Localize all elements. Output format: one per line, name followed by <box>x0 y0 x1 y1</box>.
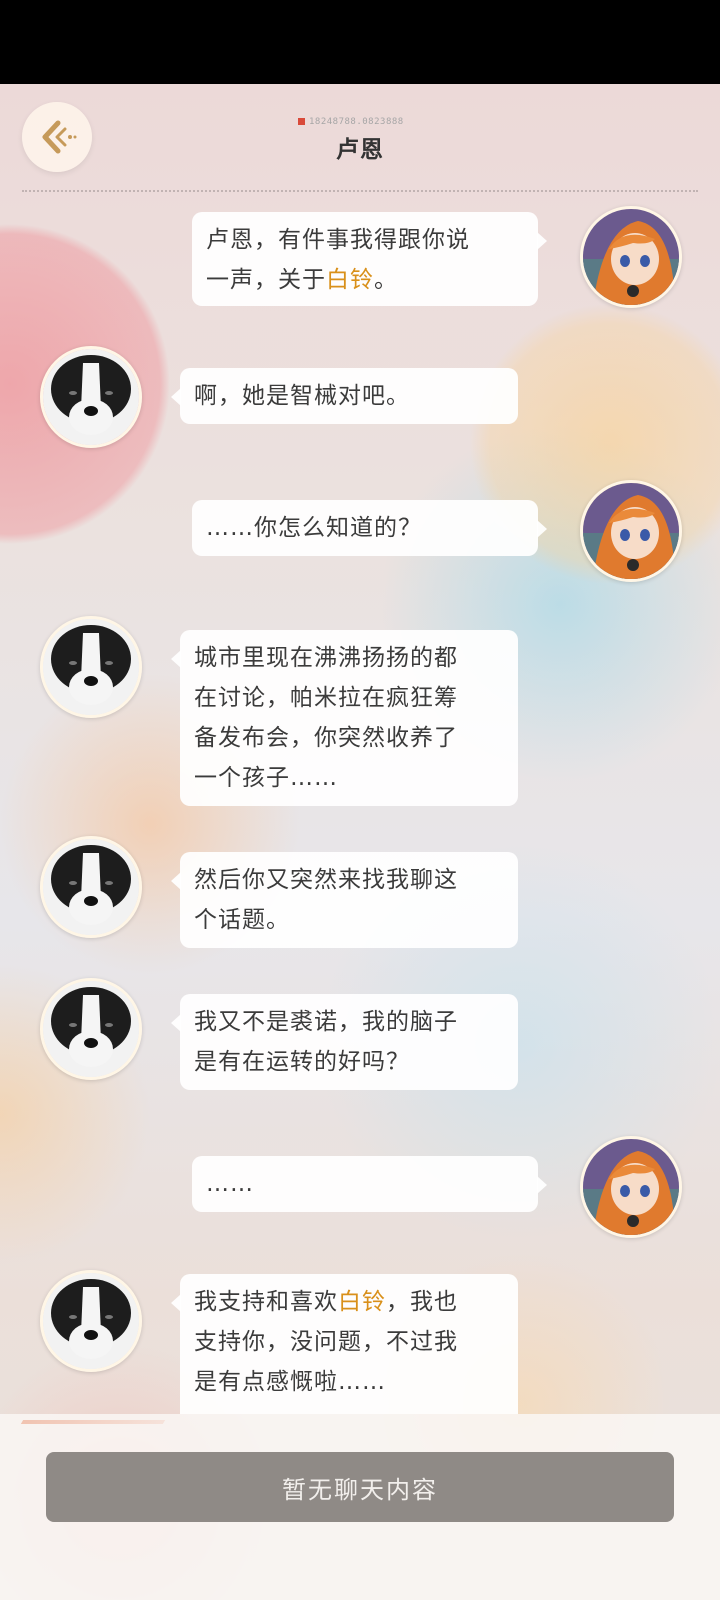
message-6-line-2: 是有在运转的好吗？ <box>194 1049 410 1075</box>
message-8-line-3: 是有点感慨啦…… <box>194 1369 386 1395</box>
message-1-line-2: 一声，关于白铃。 <box>206 267 398 293</box>
red-mark-icon <box>298 118 305 125</box>
message-bubble-8: 我支持和喜欢白铃，我也 支持你，没问题，不过我 是有点感慨啦…… <box>171 1274 518 1414</box>
girl-avatar-image <box>583 209 679 305</box>
page-title: 卢恩 <box>336 137 384 163</box>
bottom-panel: 暂无聊天内容 <box>0 1414 720 1600</box>
girl-avatar-image <box>583 1139 679 1235</box>
message-bubble-6: 我又不是裘诺，我的脑子 是有在运转的好吗？ <box>171 994 518 1090</box>
message-bubble-5: 然后你又突然来找我聊这 个话题。 <box>171 852 518 948</box>
dog-avatar[interactable] <box>40 346 142 448</box>
chat-input-placeholder: 暂无聊天内容 <box>282 1475 438 1504</box>
status-bar <box>0 0 720 84</box>
message-4-line-1: 城市里现在沸沸扬扬的都 <box>194 645 458 671</box>
message-6-line-1: 我又不是裘诺，我的脑子 <box>194 1009 458 1035</box>
girl-avatar[interactable] <box>580 480 682 582</box>
message-bubble-4: 城市里现在沸沸扬扬的都 在讨论，帕米拉在疯狂筹 备发布会，你突然收养了 一个孩子… <box>171 630 518 806</box>
message-bubble-7: …… <box>192 1156 547 1212</box>
message-8-line-2: 支持你，没问题，不过我 <box>194 1329 458 1355</box>
girl-avatar-image <box>583 483 679 579</box>
message-bubble-1: 卢恩，有件事我得跟你说 一声，关于白铃。 <box>192 212 547 306</box>
dog-avatar-image <box>43 349 139 445</box>
dog-avatar-image <box>43 619 139 715</box>
message-bubble-3: ……你怎么知道的？ <box>192 500 547 556</box>
message-1-line-1: 卢恩，有件事我得跟你说 <box>206 227 470 253</box>
bottom-accent-line <box>20 1420 166 1424</box>
message-4-line-4: 一个孩子…… <box>194 765 338 791</box>
chat-screen: 18248788.0823888 卢恩 卢恩，有件事我得跟你说 一声，关于白铃。 <box>0 84 720 1600</box>
header-id-text: 18248788.0823888 <box>298 117 404 127</box>
message-4-line-3: 备发布会，你突然收养了 <box>194 725 458 751</box>
highlight-name[interactable]: 白铃 <box>326 267 374 293</box>
message-2-text: 啊，她是智械对吧。 <box>194 383 410 409</box>
chat-input-bar[interactable]: 暂无聊天内容 <box>46 1452 674 1522</box>
highlight-name[interactable]: 白铃 <box>338 1289 386 1315</box>
girl-avatar[interactable] <box>580 1136 682 1238</box>
dog-avatar-image <box>43 981 139 1077</box>
message-4-line-2: 在讨论，帕米拉在疯狂筹 <box>194 685 458 711</box>
dog-avatar[interactable] <box>40 1270 142 1372</box>
message-7-text: …… <box>206 1171 254 1197</box>
dog-avatar[interactable] <box>40 616 142 718</box>
dog-avatar[interactable] <box>40 978 142 1080</box>
dog-avatar[interactable] <box>40 836 142 938</box>
header-divider <box>22 190 698 192</box>
message-5-line-2: 个话题。 <box>194 907 290 933</box>
message-bubble-2: 啊，她是智械对吧。 <box>171 368 518 424</box>
dog-avatar-image <box>43 1273 139 1369</box>
dog-avatar-image <box>43 839 139 935</box>
header-id-value: 18248788.0823888 <box>309 117 404 127</box>
message-8-line-1: 我支持和喜欢白铃，我也 <box>194 1289 458 1315</box>
message-5-line-1: 然后你又突然来找我聊这 <box>194 867 458 893</box>
message-3-text: ……你怎么知道的？ <box>206 515 422 541</box>
girl-avatar[interactable] <box>580 206 682 308</box>
